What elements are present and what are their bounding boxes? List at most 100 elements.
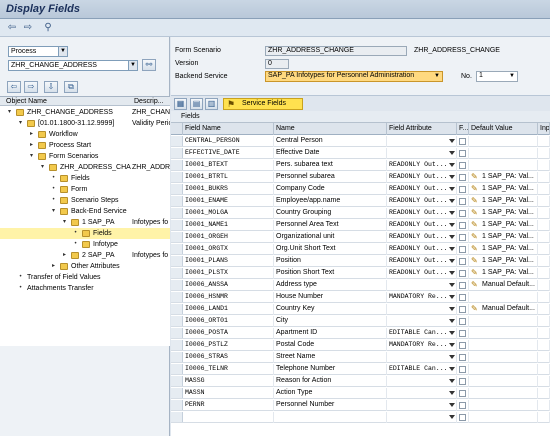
checkbox[interactable] <box>459 138 466 145</box>
checkbox[interactable] <box>459 402 466 409</box>
tree-node[interactable]: • Form <box>0 184 170 195</box>
row-selector[interactable] <box>171 292 183 302</box>
cell-attr[interactable]: READONLY Out... <box>387 232 457 243</box>
row-selector[interactable] <box>171 400 183 410</box>
back-icon[interactable]: ⇦ <box>6 22 18 34</box>
cell-attr[interactable]: READONLY Out... <box>387 160 457 171</box>
col-name[interactable]: Name <box>274 123 387 135</box>
row-selector[interactable] <box>171 232 183 242</box>
table-row[interactable]: I0001_ENAME Employee/app.name READONLY Out… <box>171 196 550 207</box>
tree-node[interactable]: ▸ 2 SAP_PA Infotypes fo <box>0 250 170 261</box>
checkbox[interactable] <box>459 366 466 373</box>
expand-down-icon[interactable]: ▾ <box>17 120 24 127</box>
tree-node[interactable]: ▸ Other Attributes <box>0 261 170 272</box>
chevron-down-icon[interactable] <box>449 343 455 347</box>
row-selector[interactable] <box>171 412 183 422</box>
checkbox[interactable] <box>459 378 466 385</box>
cell-attr[interactable] <box>387 304 457 315</box>
expand-down-icon[interactable]: ▾ <box>61 219 68 226</box>
row-selector[interactable] <box>171 304 183 314</box>
cell-flag[interactable] <box>457 364 469 375</box>
chevron-down-icon[interactable] <box>449 331 455 335</box>
chevron-down-icon[interactable] <box>449 391 455 395</box>
chevron-down-icon[interactable] <box>449 319 455 323</box>
checkbox[interactable] <box>459 330 466 337</box>
checkbox[interactable] <box>459 294 466 301</box>
cell-attr[interactable]: EDITABLE Can... <box>387 364 457 375</box>
checkbox[interactable] <box>459 342 466 349</box>
cell-attr[interactable] <box>387 316 457 327</box>
chevron-down-icon[interactable] <box>449 259 455 263</box>
cell-flag[interactable] <box>457 208 469 219</box>
cell-attr[interactable]: READONLY Out... <box>387 244 457 255</box>
row-selector[interactable] <box>171 160 183 170</box>
checkbox[interactable] <box>459 414 466 421</box>
checkbox[interactable] <box>459 210 466 217</box>
table-row[interactable]: I0006_LAND1 Country Key ✎ Manual Default... <box>171 304 550 315</box>
row-selector[interactable] <box>171 136 183 146</box>
checkbox[interactable] <box>459 318 466 325</box>
checkbox[interactable] <box>459 198 466 205</box>
cell-flag[interactable] <box>457 232 469 243</box>
checkbox[interactable] <box>459 162 466 169</box>
cell-flag[interactable] <box>457 196 469 207</box>
page-icon[interactable]: ▤ <box>190 98 203 110</box>
expand-right-icon[interactable]: ▸ <box>50 263 57 270</box>
col-f[interactable]: F... <box>457 123 469 135</box>
cell-flag[interactable] <box>457 316 469 327</box>
cell-flag[interactable] <box>457 352 469 363</box>
cell-attr[interactable] <box>387 388 457 399</box>
number-select[interactable]: 1 ▼ <box>476 71 518 82</box>
row-selector[interactable] <box>171 328 183 338</box>
nav-forward-button[interactable]: ⇨ <box>24 81 38 93</box>
cell-attr[interactable]: READONLY Out... <box>387 256 457 267</box>
object-input[interactable]: ZHR_CHANGE_ADDRESS ▼ <box>8 60 138 71</box>
tree-node[interactable]: ▸ Workflow <box>0 129 170 140</box>
service-fields-button[interactable]: ⚑ Service Fields <box>223 98 303 110</box>
row-selector[interactable] <box>171 208 183 218</box>
nav-down-button[interactable]: ⇩ <box>44 81 58 93</box>
chevron-down-icon[interactable]: ▼ <box>434 72 440 80</box>
row-selector[interactable] <box>171 184 183 194</box>
chevron-down-icon[interactable] <box>449 415 455 419</box>
row-selector[interactable] <box>171 340 183 350</box>
table-row[interactable]: MASSN Action Type <box>171 388 550 399</box>
table-row[interactable]: I0006_POSTA Apartment ID EDITABLE Can... <box>171 328 550 339</box>
tree-node[interactable]: ▸ Process Start <box>0 140 170 151</box>
table-row[interactable]: I0001_PLSTX Position Short Text READONLY O… <box>171 268 550 279</box>
table-row[interactable]: I0001_BTRTL Personnel subarea READONLY Out… <box>171 172 550 183</box>
cell-flag[interactable] <box>457 172 469 183</box>
table-row[interactable]: I0001_ORGTX Org.Unit Short Text READONLY O… <box>171 244 550 255</box>
row-selector[interactable] <box>171 364 183 374</box>
backend-service-select[interactable]: SAP_PA Infotypes for Personnel Administr… <box>265 71 443 82</box>
cell-attr[interactable] <box>387 280 457 291</box>
chevron-down-icon[interactable] <box>449 379 455 383</box>
chevron-down-icon[interactable] <box>449 223 455 227</box>
table-row[interactable]: EFFECTIVE_DATE Effective Date <box>171 148 550 159</box>
tree-node[interactable]: ▾ [01.01.1800-31.12.9999] Validity Perio <box>0 118 170 129</box>
expand-right-icon[interactable]: ▸ <box>61 252 68 259</box>
tree-node[interactable]: ▾ ZHR_CHANGE_ADDRESS ZHR_CHANG <box>0 107 170 118</box>
checkbox[interactable] <box>459 186 466 193</box>
tree-node[interactable]: • Fields <box>0 173 170 184</box>
chevron-down-icon[interactable] <box>449 295 455 299</box>
chevron-down-icon[interactable] <box>449 403 455 407</box>
cell-flag[interactable] <box>457 148 469 159</box>
forward-icon[interactable]: ⇨ <box>22 22 34 34</box>
chevron-down-icon[interactable]: ▼ <box>128 61 137 70</box>
row-selector[interactable] <box>171 280 183 290</box>
chevron-down-icon[interactable]: ▼ <box>58 47 67 56</box>
row-selector[interactable] <box>171 268 183 278</box>
chevron-down-icon[interactable] <box>449 151 455 155</box>
expand-down-icon[interactable]: ▾ <box>6 109 13 116</box>
cell-flag[interactable] <box>457 160 469 171</box>
col-field-name[interactable]: Field Name <box>183 123 274 135</box>
cell-attr[interactable] <box>387 376 457 387</box>
chevron-down-icon[interactable] <box>449 235 455 239</box>
other-object-icon[interactable]: ⚲ <box>42 22 54 34</box>
table-row[interactable] <box>171 412 550 423</box>
tree-node[interactable]: ▾ Back-End Service <box>0 206 170 217</box>
row-selector[interactable] <box>171 376 183 386</box>
cell-flag[interactable] <box>457 388 469 399</box>
tree-node[interactable]: • Transfer of Field Values <box>0 272 170 283</box>
